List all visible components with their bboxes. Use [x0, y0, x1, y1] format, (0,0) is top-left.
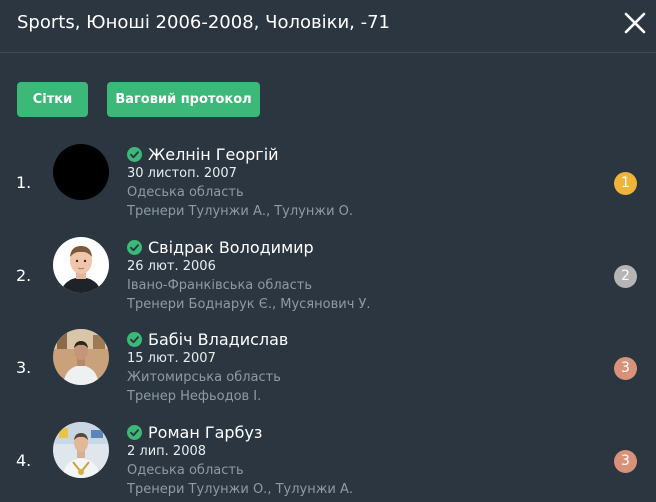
- athlete-region: Одеська область: [127, 185, 244, 200]
- athlete-region: Житомирська область: [127, 370, 281, 385]
- verified-check-icon: [127, 146, 142, 162]
- athlete-dob: 2 лип. 2008: [127, 444, 207, 459]
- athlete-coaches: Тренер Нефьодов І.: [127, 389, 262, 404]
- athlete-coaches: Тренери Тулунжи О., Тулунжи А.: [127, 482, 354, 497]
- athlete-name[interactable]: Бабіч Владислав: [148, 330, 288, 349]
- verified-check-icon: [127, 424, 142, 440]
- athlete-region: Івано-Франківська область: [127, 278, 313, 293]
- weigh-protocol-button[interactable]: Ваговий протокол: [107, 82, 260, 117]
- verified-check-icon: [127, 239, 142, 255]
- panel-title: Sports, Юноші 2006-2008, Чоловіки, -71: [17, 12, 390, 33]
- close-icon: [624, 12, 646, 34]
- athlete-dob: 15 лют. 2007: [127, 351, 216, 366]
- athlete-row[interactable]: 2. Свідрак Володимир 26 лют. 2006 Івано-…: [0, 236, 656, 328]
- verified-check-icon: [127, 331, 142, 347]
- place-badge: 1: [614, 172, 637, 195]
- avatar: [53, 422, 109, 478]
- athlete-coaches: Тренери Тулунжи А., Тулунжи О.: [127, 204, 354, 219]
- athlete-row[interactable]: 4. Роман Гарбуз 2 лип. 2008 Одеська обла…: [0, 421, 656, 502]
- athlete-name[interactable]: Свідрак Володимир: [148, 238, 314, 257]
- close-button[interactable]: [622, 10, 648, 36]
- avatar: [53, 237, 109, 293]
- athlete-dob: 30 листоп. 2007: [127, 166, 237, 181]
- athlete-region: Одеська область: [127, 463, 244, 478]
- place-badge: 2: [614, 265, 637, 288]
- athlete-row[interactable]: 3. Бабіч Владислав 15 лют. 2007 Житомирс…: [0, 328, 656, 420]
- athlete-row[interactable]: 1. Желнін Георгій 30 листоп. 2007 Одеськ…: [0, 143, 656, 235]
- athlete-rank: 2.: [16, 266, 32, 285]
- athlete-name[interactable]: Роман Гарбуз: [148, 423, 262, 442]
- athlete-rank: 3.: [16, 358, 32, 377]
- athlete-dob: 26 лют. 2006: [127, 259, 216, 274]
- grids-button[interactable]: Сітки: [17, 82, 88, 117]
- athlete-rank: 4.: [16, 451, 32, 470]
- avatar: [53, 144, 109, 200]
- panel-header: Sports, Юноші 2006-2008, Чоловіки, -71: [0, 0, 656, 53]
- athlete-rank: 1.: [16, 173, 32, 192]
- athlete-coaches: Тренери Боднарук Є., Мусянович У.: [127, 297, 371, 312]
- place-badge: 3: [614, 357, 637, 380]
- place-badge: 3: [614, 450, 637, 473]
- avatar: [53, 329, 109, 385]
- results-panel: Sports, Юноші 2006-2008, Чоловіки, -71 С…: [0, 0, 656, 502]
- athlete-name[interactable]: Желнін Георгій: [148, 145, 279, 164]
